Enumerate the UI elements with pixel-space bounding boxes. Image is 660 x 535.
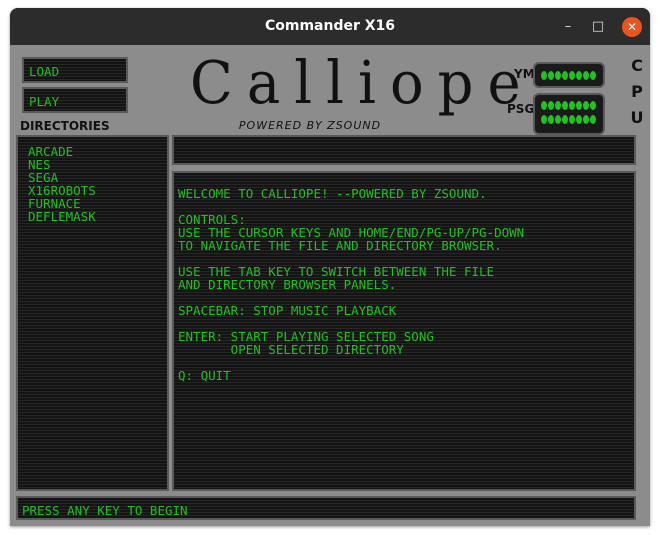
led-indicator bbox=[555, 71, 561, 80]
led-indicator bbox=[576, 115, 582, 124]
ym-led-row bbox=[541, 71, 596, 80]
led-indicator bbox=[576, 101, 582, 110]
psg-led-row bbox=[541, 115, 596, 124]
title-bar[interactable]: Commander X16 – □ ✕ bbox=[10, 8, 650, 45]
cpu-label: C P U bbox=[630, 53, 644, 131]
play-button-label: PLAY bbox=[29, 94, 60, 109]
minimize-button[interactable]: – bbox=[558, 17, 578, 37]
close-button[interactable]: ✕ bbox=[622, 17, 642, 37]
psg-label: PSG bbox=[507, 102, 535, 116]
led-indicator bbox=[562, 71, 568, 80]
led-indicator bbox=[541, 115, 547, 124]
file-browser-header bbox=[172, 135, 636, 165]
led-indicator bbox=[590, 115, 596, 124]
led-indicator bbox=[583, 115, 589, 124]
directories-label: DIRECTORIES bbox=[20, 119, 110, 133]
status-text: PRESS ANY KEY TO BEGIN bbox=[22, 503, 188, 518]
emulator-screen: LOAD PLAY DIRECTORIES Calliope POWERED B… bbox=[10, 45, 650, 526]
play-button[interactable]: PLAY bbox=[22, 87, 128, 113]
help-line: OPEN SELECTED DIRECTORY bbox=[178, 342, 404, 357]
led-indicator bbox=[569, 115, 575, 124]
led-indicator bbox=[548, 115, 554, 124]
cpu-letter: C bbox=[631, 56, 643, 75]
directory-item[interactable]: DEFLEMASK bbox=[28, 210, 96, 223]
cpu-letter: U bbox=[630, 108, 644, 127]
led-indicator bbox=[548, 101, 554, 110]
led-indicator bbox=[590, 101, 596, 110]
led-indicator bbox=[541, 101, 547, 110]
led-indicator bbox=[548, 71, 554, 80]
led-indicator bbox=[576, 71, 582, 80]
led-indicator bbox=[555, 115, 561, 124]
help-line: TO NAVIGATE THE FILE AND DIRECTORY BROWS… bbox=[178, 238, 502, 253]
led-indicator bbox=[583, 101, 589, 110]
led-indicator bbox=[590, 71, 596, 80]
calliope-logo: Calliope bbox=[190, 49, 535, 118]
led-indicator bbox=[562, 101, 568, 110]
psg-meter bbox=[533, 93, 605, 135]
help-line: Q: QUIT bbox=[178, 368, 231, 383]
directory-list: ARCADE NES SEGA X16ROBOTS FURNACE DEFLEM… bbox=[28, 145, 96, 223]
led-indicator bbox=[569, 71, 575, 80]
help-line: WELCOME TO CALLIOPE! --POWERED BY ZSOUND… bbox=[178, 186, 487, 201]
ym-meter bbox=[533, 62, 605, 88]
led-indicator bbox=[562, 115, 568, 124]
help-text: WELCOME TO CALLIOPE! --POWERED BY ZSOUND… bbox=[178, 187, 524, 382]
load-button[interactable]: LOAD bbox=[22, 57, 128, 83]
load-button-label: LOAD bbox=[29, 64, 60, 79]
help-line: AND DIRECTORY BROWSER PANELS. bbox=[178, 277, 397, 292]
directory-panel[interactable]: ARCADE NES SEGA X16ROBOTS FURNACE DEFLEM… bbox=[16, 135, 169, 491]
psg-led-row bbox=[541, 101, 596, 110]
file-browser-panel[interactable]: WELCOME TO CALLIOPE! --POWERED BY ZSOUND… bbox=[172, 171, 636, 491]
logo-subtitle: POWERED BY ZSOUND bbox=[238, 119, 382, 132]
ym-label: YM bbox=[514, 67, 535, 81]
maximize-button[interactable]: □ bbox=[588, 17, 608, 37]
window-title: Commander X16 bbox=[264, 18, 396, 34]
help-line: SPACEBAR: STOP MUSIC PLAYBACK bbox=[178, 303, 397, 318]
led-indicator bbox=[541, 71, 547, 80]
led-indicator bbox=[569, 101, 575, 110]
cpu-letter: P bbox=[631, 82, 643, 101]
led-indicator bbox=[583, 71, 589, 80]
led-indicator bbox=[555, 101, 561, 110]
status-bar: PRESS ANY KEY TO BEGIN bbox=[16, 496, 636, 520]
app-window: Commander X16 – □ ✕ LOAD PLAY DIRECTORIE… bbox=[10, 8, 650, 526]
